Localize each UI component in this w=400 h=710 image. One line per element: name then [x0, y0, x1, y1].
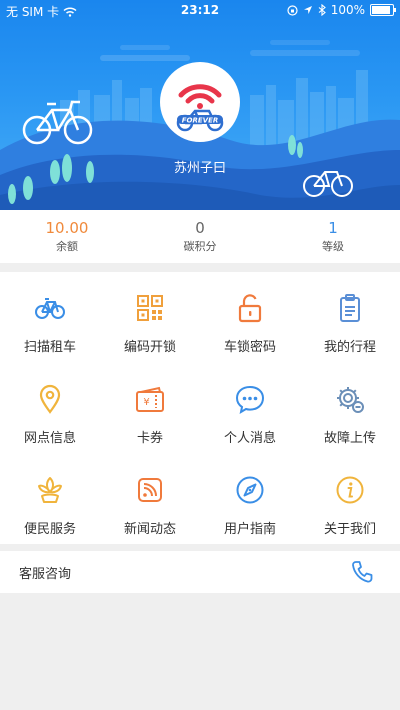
profile-header: 无 SIM 卡 23:12 100% FOREVER 苏州子曰	[0, 0, 400, 210]
menu-grid: 扫描租车 编码开锁 车锁密码 我的行程 网点信息 ¥ 卡券 个人消息 故障上传 …	[0, 272, 400, 544]
rss-feed-icon	[138, 478, 162, 502]
stat-level-value: 1	[328, 219, 338, 237]
menu-label: 网点信息	[23, 431, 76, 446]
menu-my-trips[interactable]: 我的行程	[300, 272, 400, 362]
menu-label: 车锁密码	[223, 340, 276, 355]
forever-bike-logo: FOREVER	[163, 65, 237, 139]
stat-carbon-label: 碳积分	[183, 240, 217, 253]
svg-text:¥: ¥	[143, 397, 149, 408]
orientation-lock-icon	[287, 4, 298, 16]
menu-label: 个人消息	[223, 431, 276, 446]
gear-settings-icon	[337, 387, 364, 413]
unlock-icon	[238, 294, 262, 323]
status-bar: 无 SIM 卡 23:12 100%	[0, 0, 400, 20]
stat-balance-value: 10.00	[45, 219, 89, 237]
menu-user-guide[interactable]: 用户指南	[200, 454, 300, 544]
menu-label: 故障上传	[323, 431, 376, 446]
menu-coupons[interactable]: ¥ 卡券	[100, 363, 200, 453]
location-arrow-icon	[303, 6, 312, 14]
menu-code-unlock[interactable]: 编码开锁	[100, 272, 200, 362]
menu-label: 扫描租车	[23, 340, 76, 355]
compass-icon	[236, 476, 264, 504]
username: 苏州子曰	[173, 161, 226, 176]
menu-news[interactable]: 新闻动态	[100, 454, 200, 544]
menu-scan-rent[interactable]: 扫描租车	[0, 272, 100, 362]
location-pin-icon	[39, 384, 61, 414]
menu-convenience-services[interactable]: 便民服务	[0, 454, 100, 544]
qr-code-icon	[137, 295, 163, 321]
clipboard-icon	[340, 294, 360, 322]
menu-label: 新闻动态	[123, 522, 176, 537]
avatar[interactable]: FOREVER	[160, 62, 240, 142]
menu-label: 编码开锁	[123, 340, 176, 355]
menu-label: 便民服务	[23, 522, 76, 537]
chat-bubble-icon	[235, 385, 265, 415]
menu-fault-report[interactable]: 故障上传	[300, 363, 400, 453]
customer-service-label: 客服咨询	[19, 567, 72, 582]
stat-balance-label: 余额	[56, 240, 78, 253]
menu-personal-messages[interactable]: 个人消息	[200, 363, 300, 453]
bluetooth-icon	[318, 4, 326, 16]
flower-icon	[38, 477, 62, 503]
phone-icon[interactable]	[351, 560, 373, 584]
battery-percent: 100%	[330, 3, 365, 17]
stat-level-label: 等级	[322, 240, 344, 253]
stats-bar: 10.00 余额 0 碳积分 1 等级	[0, 210, 400, 263]
ticket-icon: ¥	[136, 386, 164, 412]
menu-label: 关于我们	[323, 522, 376, 537]
stat-carbon-value: 0	[195, 219, 205, 237]
menu-label: 卡券	[136, 431, 163, 446]
menu-lock-password[interactable]: 车锁密码	[200, 272, 300, 362]
menu-about-us[interactable]: 关于我们	[300, 454, 400, 544]
bicycle-icon	[35, 298, 65, 319]
menu-station-info[interactable]: 网点信息	[0, 363, 100, 453]
customer-service-row[interactable]: 客服咨询	[0, 551, 400, 593]
stat-balance[interactable]: 10.00 余额	[0, 218, 134, 256]
logo-text: FOREVER	[182, 117, 219, 125]
battery-icon	[370, 4, 396, 16]
menu-label: 我的行程	[323, 340, 376, 355]
info-icon	[336, 476, 364, 504]
stat-level[interactable]: 1 等级	[266, 218, 400, 256]
menu-label: 用户指南	[223, 522, 276, 537]
stat-carbon-points[interactable]: 0 碳积分	[133, 218, 267, 256]
